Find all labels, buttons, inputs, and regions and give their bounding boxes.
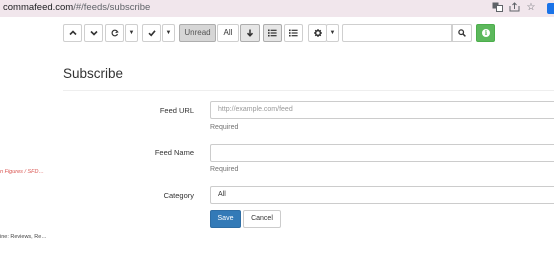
feed-url-label: Feed URL	[159, 106, 194, 115]
page: commafeed.com/#/feeds/subscribe ☆ ▼ ▼ Un…	[0, 0, 554, 262]
caret-down-icon: ▼	[165, 30, 172, 36]
all-filter-button[interactable]: All	[217, 24, 239, 42]
feed-name-label: Feed Name	[154, 148, 194, 157]
feed-url-input[interactable]: http://example.com/feed	[210, 101, 554, 119]
settings-dropdown[interactable]: ▼	[326, 24, 339, 42]
expanded-view-button[interactable]	[263, 24, 282, 42]
category-label: Category	[163, 191, 194, 200]
settings-button[interactable]	[308, 24, 327, 42]
next-entry-button[interactable]	[84, 24, 103, 42]
extension-icon[interactable]	[547, 3, 554, 14]
arrow-down-icon	[246, 29, 254, 37]
save-button[interactable]: Save	[210, 210, 241, 228]
share-icon[interactable]	[508, 2, 520, 14]
caret-down-icon: ▼	[329, 30, 336, 36]
sort-order-button[interactable]	[240, 24, 260, 42]
check-icon	[147, 30, 156, 37]
refresh-button[interactable]	[105, 24, 124, 42]
list-icon	[268, 29, 277, 37]
refresh-options-dropdown[interactable]: ▼	[125, 24, 138, 42]
sidebar-item[interactable]: ine: Reviews, Re…	[0, 234, 47, 240]
previous-entry-button[interactable]	[63, 24, 82, 42]
compact-view-button[interactable]	[284, 24, 303, 42]
mark-read-button[interactable]	[142, 24, 161, 42]
url-path: /#/feeds/subscribe	[73, 2, 151, 13]
unread-filter-button[interactable]: Unread	[179, 24, 216, 42]
info-icon: i	[482, 29, 490, 37]
chevron-up-icon	[68, 30, 77, 36]
browser-address-bar: commafeed.com/#/feeds/subscribe ☆	[0, 0, 554, 17]
list-compact-icon	[289, 29, 298, 37]
title-divider	[63, 90, 554, 91]
star-icon[interactable]: ☆	[525, 2, 537, 14]
cancel-button[interactable]: Cancel	[243, 210, 281, 228]
address-url[interactable]: commafeed.com/#/feeds/subscribe	[3, 2, 150, 14]
search-icon	[458, 29, 466, 37]
mark-read-options-dropdown[interactable]: ▼	[162, 24, 175, 42]
feed-url-help: Required	[210, 124, 239, 131]
refresh-icon	[111, 29, 119, 37]
caret-down-icon: ▼	[128, 30, 135, 36]
feed-name-help: Required	[210, 166, 239, 173]
sidebar-item[interactable]: n Figures / SFD…	[0, 169, 44, 175]
search-input[interactable]	[342, 24, 452, 42]
about-button[interactable]: i	[476, 24, 495, 42]
search-button[interactable]	[452, 24, 472, 42]
page-title: Subscribe	[63, 66, 124, 81]
feed-name-input[interactable]	[210, 144, 554, 162]
translate-icon[interactable]	[491, 2, 503, 14]
category-select[interactable]: All	[210, 186, 554, 204]
chevron-down-icon	[89, 30, 98, 36]
gear-icon	[313, 29, 322, 37]
url-host: commafeed.com	[3, 2, 74, 13]
